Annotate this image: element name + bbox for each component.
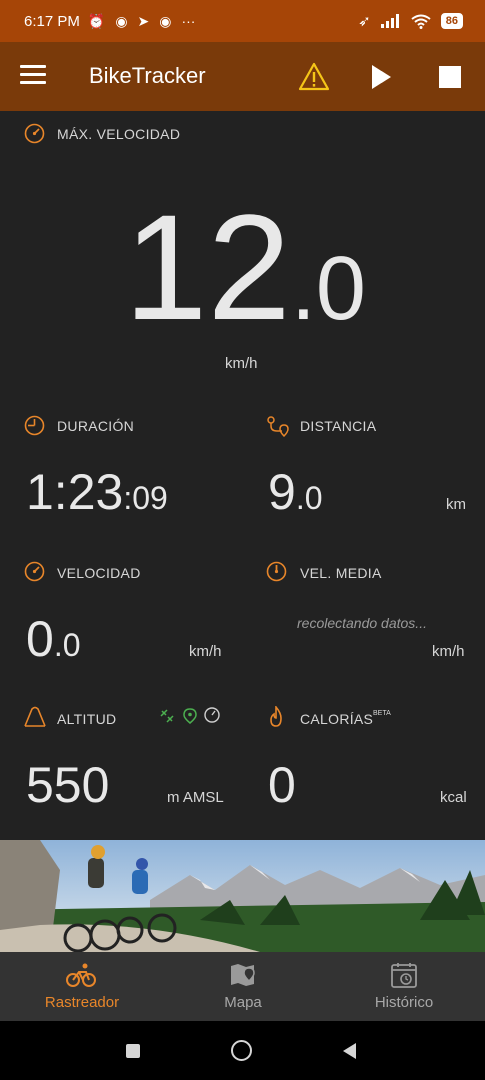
- max-speed-dec: .0: [290, 239, 366, 339]
- duration-sec: :09: [123, 480, 168, 516]
- max-speed-unit: km/h: [225, 355, 258, 372]
- calories-label: CALORÍAS: [300, 711, 374, 727]
- stop-button[interactable]: [439, 66, 461, 88]
- recents-button[interactable]: [126, 1044, 140, 1058]
- distance-value: 9.0: [268, 466, 323, 524]
- bicycle-icon: [66, 963, 96, 987]
- speed-label: VELOCIDAD: [57, 565, 141, 581]
- notification-icons: ⏰ ◉ ➤ ◉ ···: [88, 13, 196, 30]
- calories-unit: kcal: [440, 789, 467, 806]
- speed-int: 0: [26, 611, 54, 667]
- speed-dec: .0: [53, 627, 81, 663]
- duration-label: DURACIÓN: [57, 418, 135, 434]
- location-pin-icon: [183, 708, 197, 724]
- clock-icon: [24, 415, 45, 436]
- signal-icon: [380, 14, 399, 28]
- app-bar: BikeTracker: [0, 42, 485, 111]
- duration-main: 1:23: [26, 464, 124, 520]
- location-icon: ➶: [358, 13, 371, 30]
- distance-label: DISTANCIA: [300, 418, 377, 434]
- speed-value: 0.0: [26, 613, 81, 671]
- nav-tab-rastreador[interactable]: Rastreador: [2, 952, 162, 1021]
- distance-unit: km: [446, 496, 466, 513]
- history-calendar-icon: [391, 963, 417, 988]
- distance-dec: .0: [295, 480, 323, 516]
- discord-icon: ◉: [159, 12, 172, 29]
- back-button[interactable]: [341, 1042, 357, 1060]
- avg-speed-placeholder: recolectando datos...: [297, 615, 427, 631]
- beta-badge: BETA: [373, 710, 391, 717]
- calories-value: 0: [268, 757, 296, 813]
- nav-label-historico: Histórico: [374, 994, 434, 1011]
- nav-label-rastreador: Rastreador: [44, 994, 120, 1011]
- avg-speed-label: VEL. MEDIA: [300, 565, 382, 581]
- game-controller-icon: ◉: [115, 12, 128, 29]
- menu-button[interactable]: [20, 65, 46, 87]
- max-speed-int: 12: [124, 183, 291, 351]
- speedometer-icon: [24, 123, 45, 144]
- warning-icon[interactable]: [298, 62, 330, 92]
- speed-unit: km/h: [189, 643, 222, 660]
- banner-image[interactable]: [0, 840, 485, 952]
- altitude-label: ALTITUD: [57, 711, 117, 727]
- distance-int: 9: [268, 464, 296, 520]
- route-icon: [267, 416, 289, 437]
- max-speed-value: 12.0: [124, 192, 366, 364]
- status-time: 6:17 PM: [24, 12, 80, 30]
- alarm-icon: ⏰: [87, 12, 106, 29]
- nav-tab-mapa[interactable]: Mapa: [163, 952, 323, 1021]
- altitude-unit: m AMSL: [167, 789, 224, 806]
- altitude-value: 550: [26, 757, 110, 813]
- avg-speed-unit: km/h: [432, 643, 465, 660]
- speedometer-icon: [24, 561, 45, 582]
- app-title: BikeTracker: [89, 63, 206, 88]
- system-nav-bar: [0, 1021, 485, 1080]
- battery-indicator: 86: [440, 13, 463, 29]
- max-speed-label: MÁX. VELOCIDAD: [57, 126, 181, 142]
- map-icon: [231, 964, 255, 986]
- nav-tab-historico[interactable]: Histórico: [324, 952, 484, 1021]
- average-speed-icon: [266, 561, 287, 582]
- telegram-icon: ➤: [137, 12, 150, 29]
- flame-icon: [270, 706, 282, 727]
- status-bar: 6:17 PM ⏰ ◉ ➤ ◉ ··· ➶ 86: [0, 0, 485, 42]
- barometer-icon: [204, 707, 220, 723]
- wifi-icon: [411, 14, 431, 29]
- bottom-nav: Rastreador Mapa Histórico: [0, 952, 485, 1021]
- duration-value: 1:23:09: [26, 466, 168, 524]
- more-icon: ···: [181, 13, 196, 29]
- mountain-icon: [24, 706, 46, 727]
- nav-label-mapa: Mapa: [224, 994, 262, 1011]
- home-button[interactable]: [231, 1040, 252, 1061]
- satellite-icon: [160, 709, 174, 723]
- play-button[interactable]: [370, 64, 392, 90]
